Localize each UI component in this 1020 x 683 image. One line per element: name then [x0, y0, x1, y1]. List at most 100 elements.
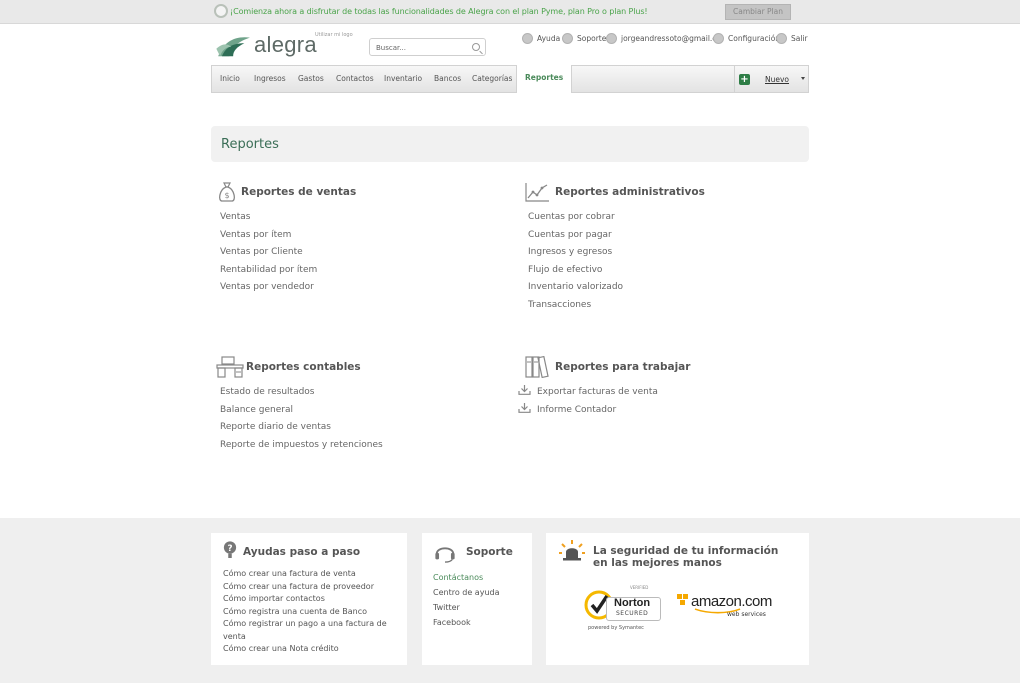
help-label: Ayuda: [537, 34, 561, 43]
money-bag-icon: $: [219, 182, 235, 202]
page-title-bar: Reportes: [211, 126, 809, 162]
support-link-twitter[interactable]: Twitter: [433, 600, 500, 615]
plus-icon: +: [739, 74, 750, 85]
report-link-label: Exportar facturas de venta: [537, 387, 658, 397]
page-title: Reportes: [221, 137, 279, 152]
report-link-ventas[interactable]: Ventas: [220, 209, 356, 227]
security-box: La seguridad de tu información en las me…: [546, 533, 809, 665]
report-link-inventario-valorizado[interactable]: Inventario valorizado: [528, 279, 705, 297]
report-link-balance-general[interactable]: Balance general: [220, 402, 383, 420]
help-link[interactable]: Ayuda: [522, 33, 560, 44]
user-icon: [606, 33, 617, 44]
logout-label: Salir: [791, 34, 808, 43]
help-icon: [522, 33, 533, 44]
help-link-importar-contactos[interactable]: Cómo importar contactos: [223, 593, 398, 606]
main-nav: Inicio Ingresos Gastos Contactos Inventa…: [211, 65, 809, 93]
help-link-nota-credito[interactable]: Cómo crear una Nota crédito: [223, 643, 398, 656]
user-email: jorgeandressoto@gmail.c...: [621, 34, 724, 43]
work-reports-section: Reportes para trabajar Exportar facturas…: [518, 356, 690, 419]
support-box: Soporte Contáctanos Centro de ayuda Twit…: [422, 533, 532, 665]
search-icon[interactable]: [472, 43, 480, 51]
nav-item-gastos[interactable]: Gastos: [298, 66, 324, 92]
alarm-light-icon: [559, 540, 585, 561]
nav-item-reportes[interactable]: Reportes: [516, 65, 573, 93]
footer: ? Ayudas paso a paso Cómo crear una fact…: [0, 518, 1020, 683]
alegra-logo-icon[interactable]: [215, 32, 255, 60]
promo-text: ¡Comienza ahora a disfrutar de todas las…: [230, 7, 648, 16]
support-link-contactanos[interactable]: Contáctanos: [433, 570, 500, 585]
new-label: Nuevo: [765, 75, 790, 84]
report-link-rentabilidad-por-item[interactable]: Rentabilidad por ítem: [220, 262, 356, 280]
svg-text:?: ?: [227, 544, 232, 554]
help-link-factura-proveedor[interactable]: Cómo crear una factura de proveedor: [223, 581, 398, 594]
nav-item-inventario[interactable]: Inventario: [384, 66, 422, 92]
binders-icon: [525, 356, 549, 378]
support-link-centro-ayuda[interactable]: Centro de ayuda: [433, 585, 500, 600]
award-icon: [214, 4, 228, 18]
section-title: Reportes de ventas: [241, 186, 357, 198]
headset-icon: [435, 547, 455, 563]
report-link-transacciones[interactable]: Transacciones: [528, 297, 705, 315]
accounting-reports-section: Reportes contables Estado de resultados …: [216, 356, 383, 454]
report-link-ingresos-y-egresos[interactable]: Ingresos y egresos: [528, 244, 705, 262]
desk-icon: [216, 356, 244, 378]
logout-link[interactable]: Salir: [776, 33, 808, 44]
norton-verified: VERIFIED: [630, 585, 649, 590]
nav-item-bancos[interactable]: Bancos: [434, 66, 461, 92]
report-link-ventas-por-cliente[interactable]: Ventas por Cliente: [220, 244, 356, 262]
search-placeholder: Buscar...: [376, 44, 406, 52]
norton-secured-badge[interactable]: VERIFIED Norton SECURED powered by Syman…: [584, 585, 664, 647]
norton-name: Norton: [614, 597, 651, 609]
logo-hint[interactable]: Utilizar mi logo: [315, 32, 353, 38]
report-link-exportar-facturas[interactable]: Exportar facturas de venta: [518, 384, 690, 402]
nav-item-categorias[interactable]: Categorías: [472, 66, 512, 92]
report-link-cuentas-por-cobrar[interactable]: Cuentas por cobrar: [528, 209, 705, 227]
section-title: Reportes contables: [246, 361, 361, 373]
nav-item-contactos[interactable]: Contactos: [336, 66, 374, 92]
help-link-pago-factura[interactable]: Cómo registrar un pago a una factura de …: [223, 618, 398, 643]
report-link-estado-de-resultados[interactable]: Estado de resultados: [220, 384, 383, 402]
help-link-factura-venta[interactable]: Cómo crear una factura de venta: [223, 568, 398, 581]
amazon-sub: web services: [727, 611, 766, 618]
settings-link[interactable]: Configuración: [713, 33, 780, 44]
report-link-ventas-por-vendedor[interactable]: Ventas por vendedor: [220, 279, 356, 297]
user-account-link[interactable]: jorgeandressoto@gmail.c...: [606, 33, 724, 44]
svg-text:$: $: [224, 191, 229, 200]
admin-reports-section: Reportes administrativos Cuentas por cob…: [524, 181, 705, 314]
support-link[interactable]: Soporte: [562, 33, 606, 44]
download-icon: [518, 385, 531, 395]
help-link-cuenta-banco[interactable]: Cómo registra una cuenta de Banco: [223, 606, 398, 619]
norton-secured: SECURED: [616, 610, 649, 617]
brand-name[interactable]: alegra: [254, 32, 317, 58]
report-link-cuentas-por-pagar[interactable]: Cuentas por pagar: [528, 227, 705, 245]
report-link-ventas-por-item[interactable]: Ventas por ítem: [220, 227, 356, 245]
help-steps-links: Cómo crear una factura de venta Cómo cre…: [223, 568, 398, 656]
security-title: La seguridad de tu información en las me…: [593, 545, 779, 569]
report-link-reporte-diario-de-ventas[interactable]: Reporte diario de ventas: [220, 419, 383, 437]
chevron-down-icon[interactable]: [801, 77, 805, 80]
nav-item-ingresos[interactable]: Ingresos: [254, 66, 286, 92]
norton-powered: powered by Symantec: [588, 625, 644, 631]
report-link-impuestos-y-retenciones[interactable]: Reporte de impuestos y retenciones: [220, 437, 383, 455]
support-link-facebook[interactable]: Facebook: [433, 615, 500, 630]
aws-cubes-icon: [677, 594, 688, 605]
new-button[interactable]: + Nuevo: [734, 66, 809, 92]
support-icon: [562, 33, 573, 44]
nav-item-inicio[interactable]: Inicio: [220, 66, 240, 92]
support-links: Contáctanos Centro de ayuda Twitter Face…: [433, 570, 500, 630]
promo-bar: ¡Comienza ahora a disfrutar de todas las…: [0, 0, 1020, 24]
download-icon: [518, 402, 531, 413]
help-steps-title: Ayudas paso a paso: [243, 546, 361, 558]
report-link-flujo-de-efectivo[interactable]: Flujo de efectivo: [528, 262, 705, 280]
report-link-label: Informe Contador: [537, 404, 617, 415]
support-label: Soporte: [577, 34, 607, 43]
report-link-informe-contador[interactable]: Informe Contador: [518, 402, 690, 420]
logout-icon: [776, 33, 787, 44]
lightbulb-help-icon: ?: [223, 541, 237, 558]
help-steps-box: ? Ayudas paso a paso Cómo crear una fact…: [211, 533, 407, 665]
change-plan-button[interactable]: Cambiar Plan: [725, 4, 791, 20]
search-input[interactable]: Buscar...: [369, 38, 486, 56]
section-title: Reportes administrativos: [555, 186, 705, 198]
support-title: Soporte: [466, 546, 513, 558]
amazon-web-services-badge[interactable]: amazon.com web services: [676, 593, 776, 633]
